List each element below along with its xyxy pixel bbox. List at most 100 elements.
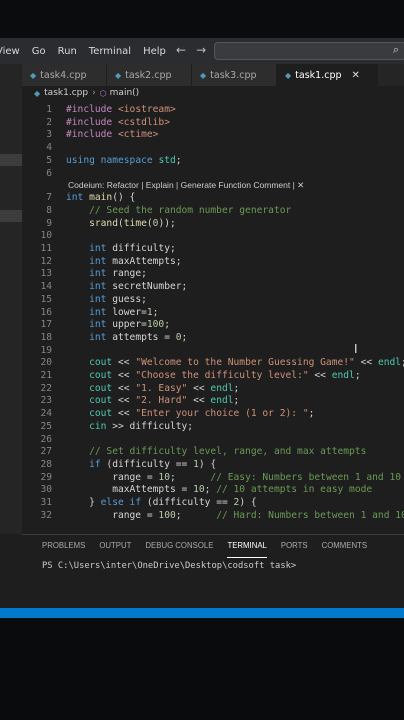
line-number: 30 (40, 484, 52, 496)
menu-run[interactable]: Run (58, 46, 77, 57)
code-line[interactable]: 2 #include <cstdlib> (22, 117, 404, 130)
line-number: 11 (40, 243, 52, 254)
line-number: 27 (40, 446, 52, 458)
code-line[interactable]: 6 (22, 168, 404, 181)
terminal-prompt[interactable]: PS C:\Users\inter\OneDrive\Desktop\codso… (42, 561, 296, 571)
tab-task1[interactable]: ◆ task1.cpp ✕ (277, 64, 378, 86)
command-center-search[interactable]: ⌕ (214, 42, 404, 60)
line-number: 19 (40, 344, 52, 356)
breadcrumb-symbol[interactable]: main() (110, 88, 140, 98)
code-text: int main() { (66, 192, 136, 204)
line-number: 1 (46, 104, 52, 115)
code-line[interactable]: 14 int secretNumber; (22, 281, 404, 294)
cpp-file-icon: ◆ (200, 70, 207, 80)
code-line[interactable]: 23 cout << "2. Hard" << endl; (22, 395, 404, 408)
breadcrumb: ◆ task1.cpp › ⬡ main() (34, 88, 139, 98)
code-line[interactable]: 17 int upper=100; (22, 319, 404, 332)
vscode-window: View Go Run Terminal Help ←→ ⌕ ◆task4.cp… (0, 38, 404, 618)
tab-label: task3.cpp (210, 69, 257, 81)
code-line[interactable]: 13 int range; (22, 268, 404, 281)
line-number: 25 (40, 420, 52, 432)
tab-task3[interactable]: ◆ task3.cpp (192, 64, 277, 86)
menu-help[interactable]: Help (143, 46, 166, 57)
code-line[interactable]: 32 range = 100; // Hard: Numbers between… (22, 510, 404, 523)
code-line[interactable]: 28 if (difficulty == 1) { (22, 459, 404, 472)
code-line[interactable]: 15 int guess; (22, 294, 404, 307)
line-number: 23 (40, 395, 52, 407)
code-text: int upper=100; (89, 319, 170, 331)
cpp-file-icon: ◆ (30, 70, 37, 80)
menu-go[interactable]: Go (32, 46, 46, 57)
code-line[interactable]: 18 int attempts = 0; (22, 332, 404, 345)
tab-ports[interactable]: PORTS (281, 535, 308, 557)
cpp-file-icon: ◆ (285, 70, 292, 80)
code-line[interactable]: 27 // Set difficulty level, range, and m… (22, 446, 404, 459)
line-number: 32 (40, 509, 52, 521)
line-number: 20 (40, 357, 52, 369)
code-text: cout << "Choose the difficulty level:" <… (89, 370, 361, 381)
code-text: cout << "2. Hard" << endl; (89, 395, 240, 407)
activity-highlight[interactable] (0, 154, 22, 166)
tab-terminal[interactable]: TERMINAL (227, 535, 267, 558)
tab-label: task2.cpp (125, 69, 172, 81)
code-line[interactable]: 4 (22, 142, 404, 155)
code-line[interactable]: 26 (22, 434, 404, 447)
code-line[interactable]: 16 int lower=1; (22, 307, 404, 320)
line-number: 17 (40, 319, 52, 331)
line-number: 9 (46, 217, 52, 229)
monitor-bezel-top (0, 0, 404, 40)
line-number: 15 (40, 293, 52, 305)
code-line[interactable]: 11 int difficulty; (22, 243, 404, 256)
panel-tabs: PROBLEMS OUTPUT DEBUG CONSOLE TERMINAL P… (42, 535, 381, 558)
tab-problems[interactable]: PROBLEMS (42, 535, 85, 557)
search-icon: ⌕ (392, 43, 399, 56)
tab-output[interactable]: OUTPUT (99, 535, 131, 557)
code-line[interactable]: 10 (22, 230, 404, 243)
code-line[interactable]: 5 using namespace std; (22, 155, 404, 168)
tab-task2[interactable]: ◆ task2.cpp (107, 64, 192, 86)
line-number: 29 (40, 471, 52, 483)
code-line[interactable]: 19 (22, 345, 404, 358)
line-number: 24 (40, 408, 52, 420)
line-number: 2 (46, 116, 52, 128)
menu-terminal[interactable]: Terminal (89, 46, 131, 57)
status-bar (0, 608, 404, 618)
code-text: cout << "Enter your choice (1 or 2): "; (89, 408, 315, 420)
code-line[interactable]: 7 int main() { (22, 192, 404, 205)
code-line[interactable]: 22 cout << "1. Easy" << endl; (22, 383, 404, 396)
tab-debug-console[interactable]: DEBUG CONSOLE (145, 535, 213, 557)
breadcrumb-file[interactable]: task1.cpp (44, 88, 88, 98)
line-number: 13 (40, 268, 52, 280)
code-line[interactable]: 25 cin >> difficulty; (22, 421, 404, 434)
tab-label: task1.cpp (295, 69, 342, 81)
code-line[interactable]: 30 maxAttempts = 10; // 10 attempts in e… (22, 484, 404, 497)
code-line[interactable]: 31 } else if (difficulty == 2) { (22, 497, 404, 510)
code-line[interactable]: 20 cout << "Welcome to the Number Guessi… (22, 357, 404, 370)
close-icon[interactable]: ✕ (352, 70, 360, 81)
menu-view[interactable]: View (0, 46, 20, 57)
line-number: 14 (40, 281, 52, 293)
code-text: cin >> difficulty; (89, 420, 194, 432)
code-line[interactable]: 8 // Seed the random number generator (22, 205, 404, 218)
code-text: maxAttempts = 10; // 10 attempts in easy… (66, 484, 373, 496)
code-line[interactable]: 21 cout << "Choose the difficulty level:… (22, 370, 404, 383)
code-line[interactable]: 24 cout << "Enter your choice (1 or 2): … (22, 408, 404, 421)
code-text: cout << "Welcome to the Number Guessing … (89, 357, 404, 369)
code-line[interactable]: 9 srand(time(0)); (22, 218, 404, 231)
back-arrow-icon[interactable]: ← (176, 43, 196, 57)
code-line[interactable]: 12 int maxAttempts; (22, 256, 404, 269)
line-number: 3 (46, 129, 52, 141)
line-number: 26 (40, 433, 52, 445)
code-line[interactable]: 1 #include <iostream> (22, 104, 404, 117)
tab-comments[interactable]: COMMENTS (322, 535, 367, 557)
line-number: 28 (40, 458, 52, 470)
codeium-codelens[interactable]: Codeium: Refactor | Explain | Generate F… (68, 180, 304, 191)
code-line[interactable]: 3 #include <ctime> (22, 129, 404, 142)
code-line[interactable]: 29 range = 10; // Easy: Numbers between … (22, 472, 404, 485)
text-cursor-icon: I (354, 342, 358, 356)
activity-highlight[interactable] (0, 210, 22, 222)
code-editor[interactable]: Codeium: Refactor | Explain | Generate F… (22, 102, 404, 534)
line-number: 6 (46, 167, 52, 179)
code-text: range = 10; // Easy: Numbers between 1 a… (66, 471, 402, 483)
tab-task4[interactable]: ◆ task4.cpp (22, 64, 107, 86)
